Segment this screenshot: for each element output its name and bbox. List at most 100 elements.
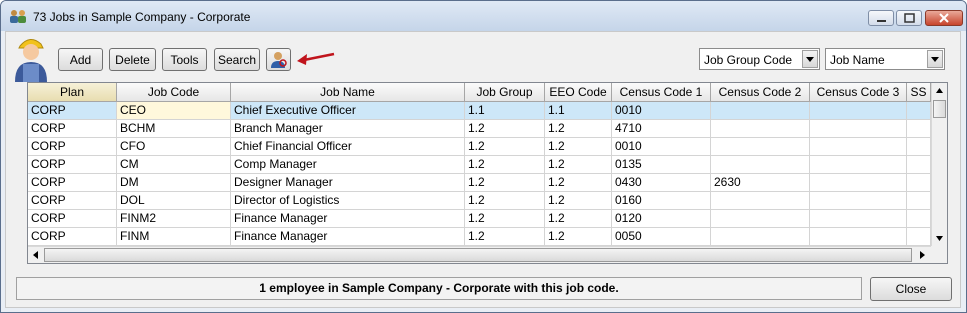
- cell-plan[interactable]: CORP: [28, 192, 117, 210]
- cell-job-name[interactable]: Designer Manager: [231, 174, 465, 192]
- maximize-button[interactable]: [896, 10, 922, 26]
- table-row[interactable]: CORP CFO Chief Financial Officer 1.2 1.2 0010: [28, 138, 931, 156]
- cell-ss[interactable]: [907, 120, 931, 138]
- cell-job-group[interactable]: 1.2: [465, 192, 545, 210]
- cell-census-code-3[interactable]: [810, 210, 907, 228]
- cell-eeo-code[interactable]: 1.2: [545, 156, 612, 174]
- close-button[interactable]: Close: [870, 277, 952, 301]
- column-header-census-code-2[interactable]: Census Code 2: [711, 83, 810, 102]
- cell-job-group[interactable]: 1.2: [465, 174, 545, 192]
- cell-census-code-2[interactable]: [711, 228, 810, 246]
- cell-census-code-1[interactable]: 0430: [612, 174, 711, 192]
- cell-ss[interactable]: [907, 210, 931, 228]
- cell-eeo-code[interactable]: 1.1: [545, 102, 612, 120]
- table-row[interactable]: CORP CEO Chief Executive Officer 1.1 1.1 0010: [28, 102, 931, 120]
- cell-census-code-2[interactable]: 2630: [711, 174, 810, 192]
- scroll-left-button[interactable]: [28, 247, 43, 263]
- scroll-down-button[interactable]: [932, 230, 947, 246]
- cell-census-code-2[interactable]: [711, 102, 810, 120]
- cell-census-code-3[interactable]: [810, 138, 907, 156]
- cell-census-code-2[interactable]: [711, 192, 810, 210]
- cell-job-name[interactable]: Comp Manager: [231, 156, 465, 174]
- cell-plan[interactable]: CORP: [28, 120, 117, 138]
- column-header-census-code-3[interactable]: Census Code 3: [810, 83, 907, 102]
- cell-job-name[interactable]: Branch Manager: [231, 120, 465, 138]
- cell-census-code-1[interactable]: 0010: [612, 102, 711, 120]
- cell-census-code-3[interactable]: [810, 102, 907, 120]
- cell-job-name[interactable]: Chief Financial Officer: [231, 138, 465, 156]
- column-header-job-name[interactable]: Job Name: [231, 83, 465, 102]
- cell-ss[interactable]: [907, 228, 931, 246]
- cell-census-code-3[interactable]: [810, 228, 907, 246]
- vertical-scroll-thumb[interactable]: [933, 100, 946, 118]
- cell-eeo-code[interactable]: 1.2: [545, 138, 612, 156]
- table-row[interactable]: CORP DM Designer Manager 1.2 1.2 0430 2630: [28, 174, 931, 192]
- vertical-scrollbar[interactable]: [931, 83, 947, 247]
- scroll-up-button[interactable]: [932, 83, 947, 99]
- cell-census-code-1[interactable]: 4710: [612, 120, 711, 138]
- delete-button[interactable]: Delete: [109, 48, 156, 71]
- cell-eeo-code[interactable]: 1.2: [545, 210, 612, 228]
- cell-job-code[interactable]: BCHM: [117, 120, 231, 138]
- cell-plan[interactable]: CORP: [28, 102, 117, 120]
- cell-census-code-1[interactable]: 0050: [612, 228, 711, 246]
- dropdown-arrow-icon[interactable]: [802, 50, 818, 68]
- cell-job-group[interactable]: 1.2: [465, 210, 545, 228]
- cell-eeo-code[interactable]: 1.2: [545, 174, 612, 192]
- cell-census-code-1[interactable]: 0160: [612, 192, 711, 210]
- horizontal-scroll-thumb[interactable]: [44, 248, 912, 262]
- cell-job-name[interactable]: Chief Executive Officer: [231, 102, 465, 120]
- cell-job-name[interactable]: Finance Manager: [231, 210, 465, 228]
- minimize-button[interactable]: [868, 10, 894, 26]
- cell-census-code-2[interactable]: [711, 120, 810, 138]
- cell-job-code[interactable]: FINM: [117, 228, 231, 246]
- cell-plan[interactable]: CORP: [28, 174, 117, 192]
- cell-ss[interactable]: [907, 138, 931, 156]
- cell-job-code[interactable]: CM: [117, 156, 231, 174]
- cell-census-code-3[interactable]: [810, 120, 907, 138]
- cell-plan[interactable]: CORP: [28, 228, 117, 246]
- cell-eeo-code[interactable]: 1.2: [545, 120, 612, 138]
- cell-census-code-1[interactable]: 0135: [612, 156, 711, 174]
- cell-plan[interactable]: CORP: [28, 210, 117, 228]
- cell-ss[interactable]: [907, 156, 931, 174]
- cell-census-code-2[interactable]: [711, 210, 810, 228]
- cell-job-group[interactable]: 1.2: [465, 228, 545, 246]
- cell-job-code[interactable]: FINM2: [117, 210, 231, 228]
- cell-job-name[interactable]: Finance Manager: [231, 228, 465, 246]
- column-header-plan[interactable]: Plan: [28, 83, 117, 102]
- cell-ss[interactable]: [907, 174, 931, 192]
- column-header-eeo-code[interactable]: EEO Code: [545, 83, 612, 102]
- jobs-grid[interactable]: Plan Job Code Job Name Job Group EEO Cod…: [27, 82, 948, 264]
- cell-job-group[interactable]: 1.1: [465, 102, 545, 120]
- cell-census-code-3[interactable]: [810, 156, 907, 174]
- cell-job-group[interactable]: 1.2: [465, 138, 545, 156]
- job-name-combo[interactable]: Job Name: [825, 48, 945, 70]
- cell-job-code[interactable]: DM: [117, 174, 231, 192]
- search-button[interactable]: Search: [214, 48, 260, 71]
- cell-census-code-2[interactable]: [711, 156, 810, 174]
- employee-lookup-button[interactable]: [266, 48, 291, 71]
- tools-button[interactable]: Tools: [162, 48, 207, 71]
- cell-ss[interactable]: [907, 192, 931, 210]
- cell-job-code[interactable]: CEO: [117, 102, 231, 120]
- cell-job-group[interactable]: 1.2: [465, 120, 545, 138]
- cell-job-code[interactable]: CFO: [117, 138, 231, 156]
- column-header-census-code-1[interactable]: Census Code 1: [612, 83, 711, 102]
- cell-census-code-3[interactable]: [810, 192, 907, 210]
- cell-census-code-1[interactable]: 0010: [612, 138, 711, 156]
- table-row[interactable]: CORP CM Comp Manager 1.2 1.2 0135: [28, 156, 931, 174]
- table-row[interactable]: CORP BCHM Branch Manager 1.2 1.2 4710: [28, 120, 931, 138]
- table-row[interactable]: CORP DOL Director of Logistics 1.2 1.2 0160: [28, 192, 931, 210]
- horizontal-scrollbar[interactable]: [28, 246, 931, 263]
- title-bar[interactable]: 73 Jobs in Sample Company - Corporate: [1, 1, 966, 31]
- cell-job-group[interactable]: 1.2: [465, 156, 545, 174]
- cell-census-code-1[interactable]: 0120: [612, 210, 711, 228]
- cell-job-name[interactable]: Director of Logistics: [231, 192, 465, 210]
- cell-job-code[interactable]: DOL: [117, 192, 231, 210]
- dropdown-arrow-icon[interactable]: [927, 50, 943, 68]
- column-header-job-code[interactable]: Job Code: [117, 83, 231, 102]
- cell-eeo-code[interactable]: 1.2: [545, 192, 612, 210]
- table-row[interactable]: CORP FINM2 Finance Manager 1.2 1.2 0120: [28, 210, 931, 228]
- column-header-job-group[interactable]: Job Group: [465, 83, 545, 102]
